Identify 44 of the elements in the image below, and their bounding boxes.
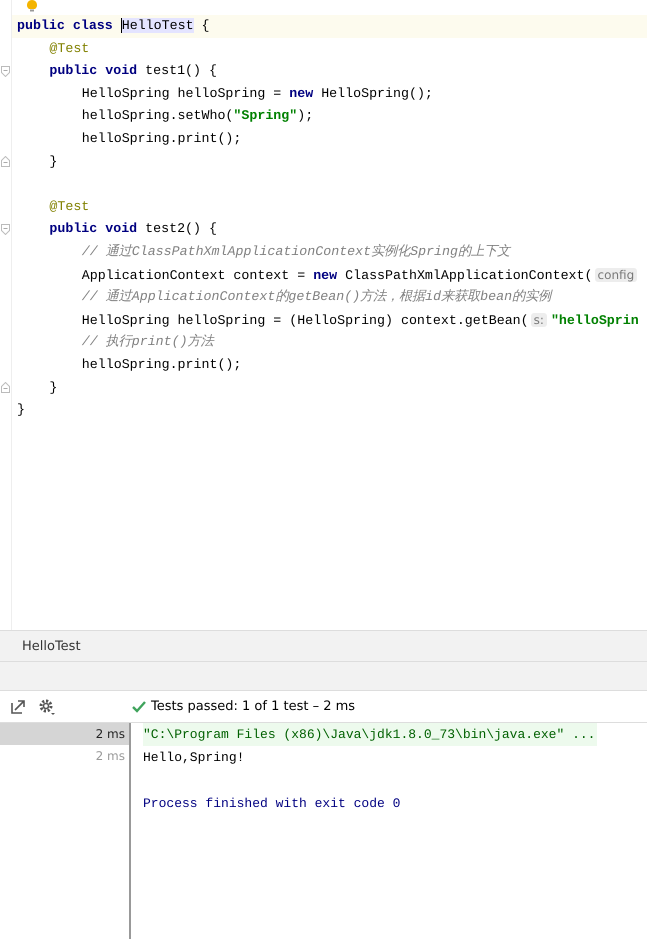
code-text: { xyxy=(200,18,210,33)
code-text: ApplicationContext context = xyxy=(82,268,306,283)
code-string: "helloSprin xyxy=(550,312,639,328)
fold-icon[interactable] xyxy=(1,66,10,77)
code-comment: // 执行print()方法 xyxy=(82,334,214,350)
code-text: test1() { xyxy=(145,63,217,78)
code-text: ); xyxy=(297,108,314,124)
code-text: HelloSpring helloSpring = (HelloSpring) context.getBean( xyxy=(82,312,529,328)
breadcrumb-label[interactable]: HelloTest xyxy=(22,638,81,654)
console-exit-message: Process finished with exit code 0 xyxy=(143,796,400,811)
code-text: ClassPathXmlApplicationContext( xyxy=(345,268,592,283)
code-text: } xyxy=(17,402,25,418)
parameter-hint: config xyxy=(594,268,638,282)
code-keyword: public void xyxy=(49,221,138,236)
code-text: HelloSpring helloSpring = xyxy=(82,86,282,101)
test-status: Tests passed: 1 of 1 test – 2 ms xyxy=(151,699,356,714)
console-output: Hello,Spring! xyxy=(143,750,244,765)
check-icon xyxy=(132,700,146,712)
parameter-hint: s: xyxy=(530,312,547,327)
lightbulb-icon[interactable] xyxy=(26,0,38,12)
code-text: helloSpring.print(); xyxy=(82,356,242,372)
code-comment: // 通过ApplicationContext的getBean()方法，根据id来获取bean的实例 xyxy=(82,289,552,304)
code-string: "Spring" xyxy=(233,108,298,124)
test-tree-row[interactable]: 2 ms xyxy=(0,723,129,745)
code-comment: // 通过ClassPathXmlApplicationContext实例化Spring的上下文 xyxy=(82,244,510,259)
fold-icon[interactable] xyxy=(1,382,10,394)
export-icon[interactable] xyxy=(10,698,26,714)
fold-icon[interactable] xyxy=(1,156,10,168)
code-text: test2() { xyxy=(145,221,217,236)
fold-icon[interactable] xyxy=(1,224,10,236)
settings-icon[interactable] xyxy=(38,698,56,716)
console-command: "C:\Program Files (x86)\Java\jdk1.8.0_73\bin\java.exe" ... xyxy=(143,727,596,742)
code-keyword: new xyxy=(313,268,338,283)
code-identifier: HelloTest xyxy=(120,18,194,33)
code-text: } xyxy=(49,380,58,394)
code-text: helloSpring.print(); xyxy=(82,130,242,146)
code-keyword: new xyxy=(289,86,314,101)
code-keyword: public class xyxy=(17,18,114,33)
code-text: HelloSpring(); xyxy=(321,86,433,101)
code-annotation: @Test xyxy=(49,40,90,56)
code-text: } xyxy=(49,154,58,169)
code-keyword: public void xyxy=(49,63,138,78)
code-annotation: @Test xyxy=(49,198,90,214)
code-text: helloSpring.setWho( xyxy=(82,108,234,124)
